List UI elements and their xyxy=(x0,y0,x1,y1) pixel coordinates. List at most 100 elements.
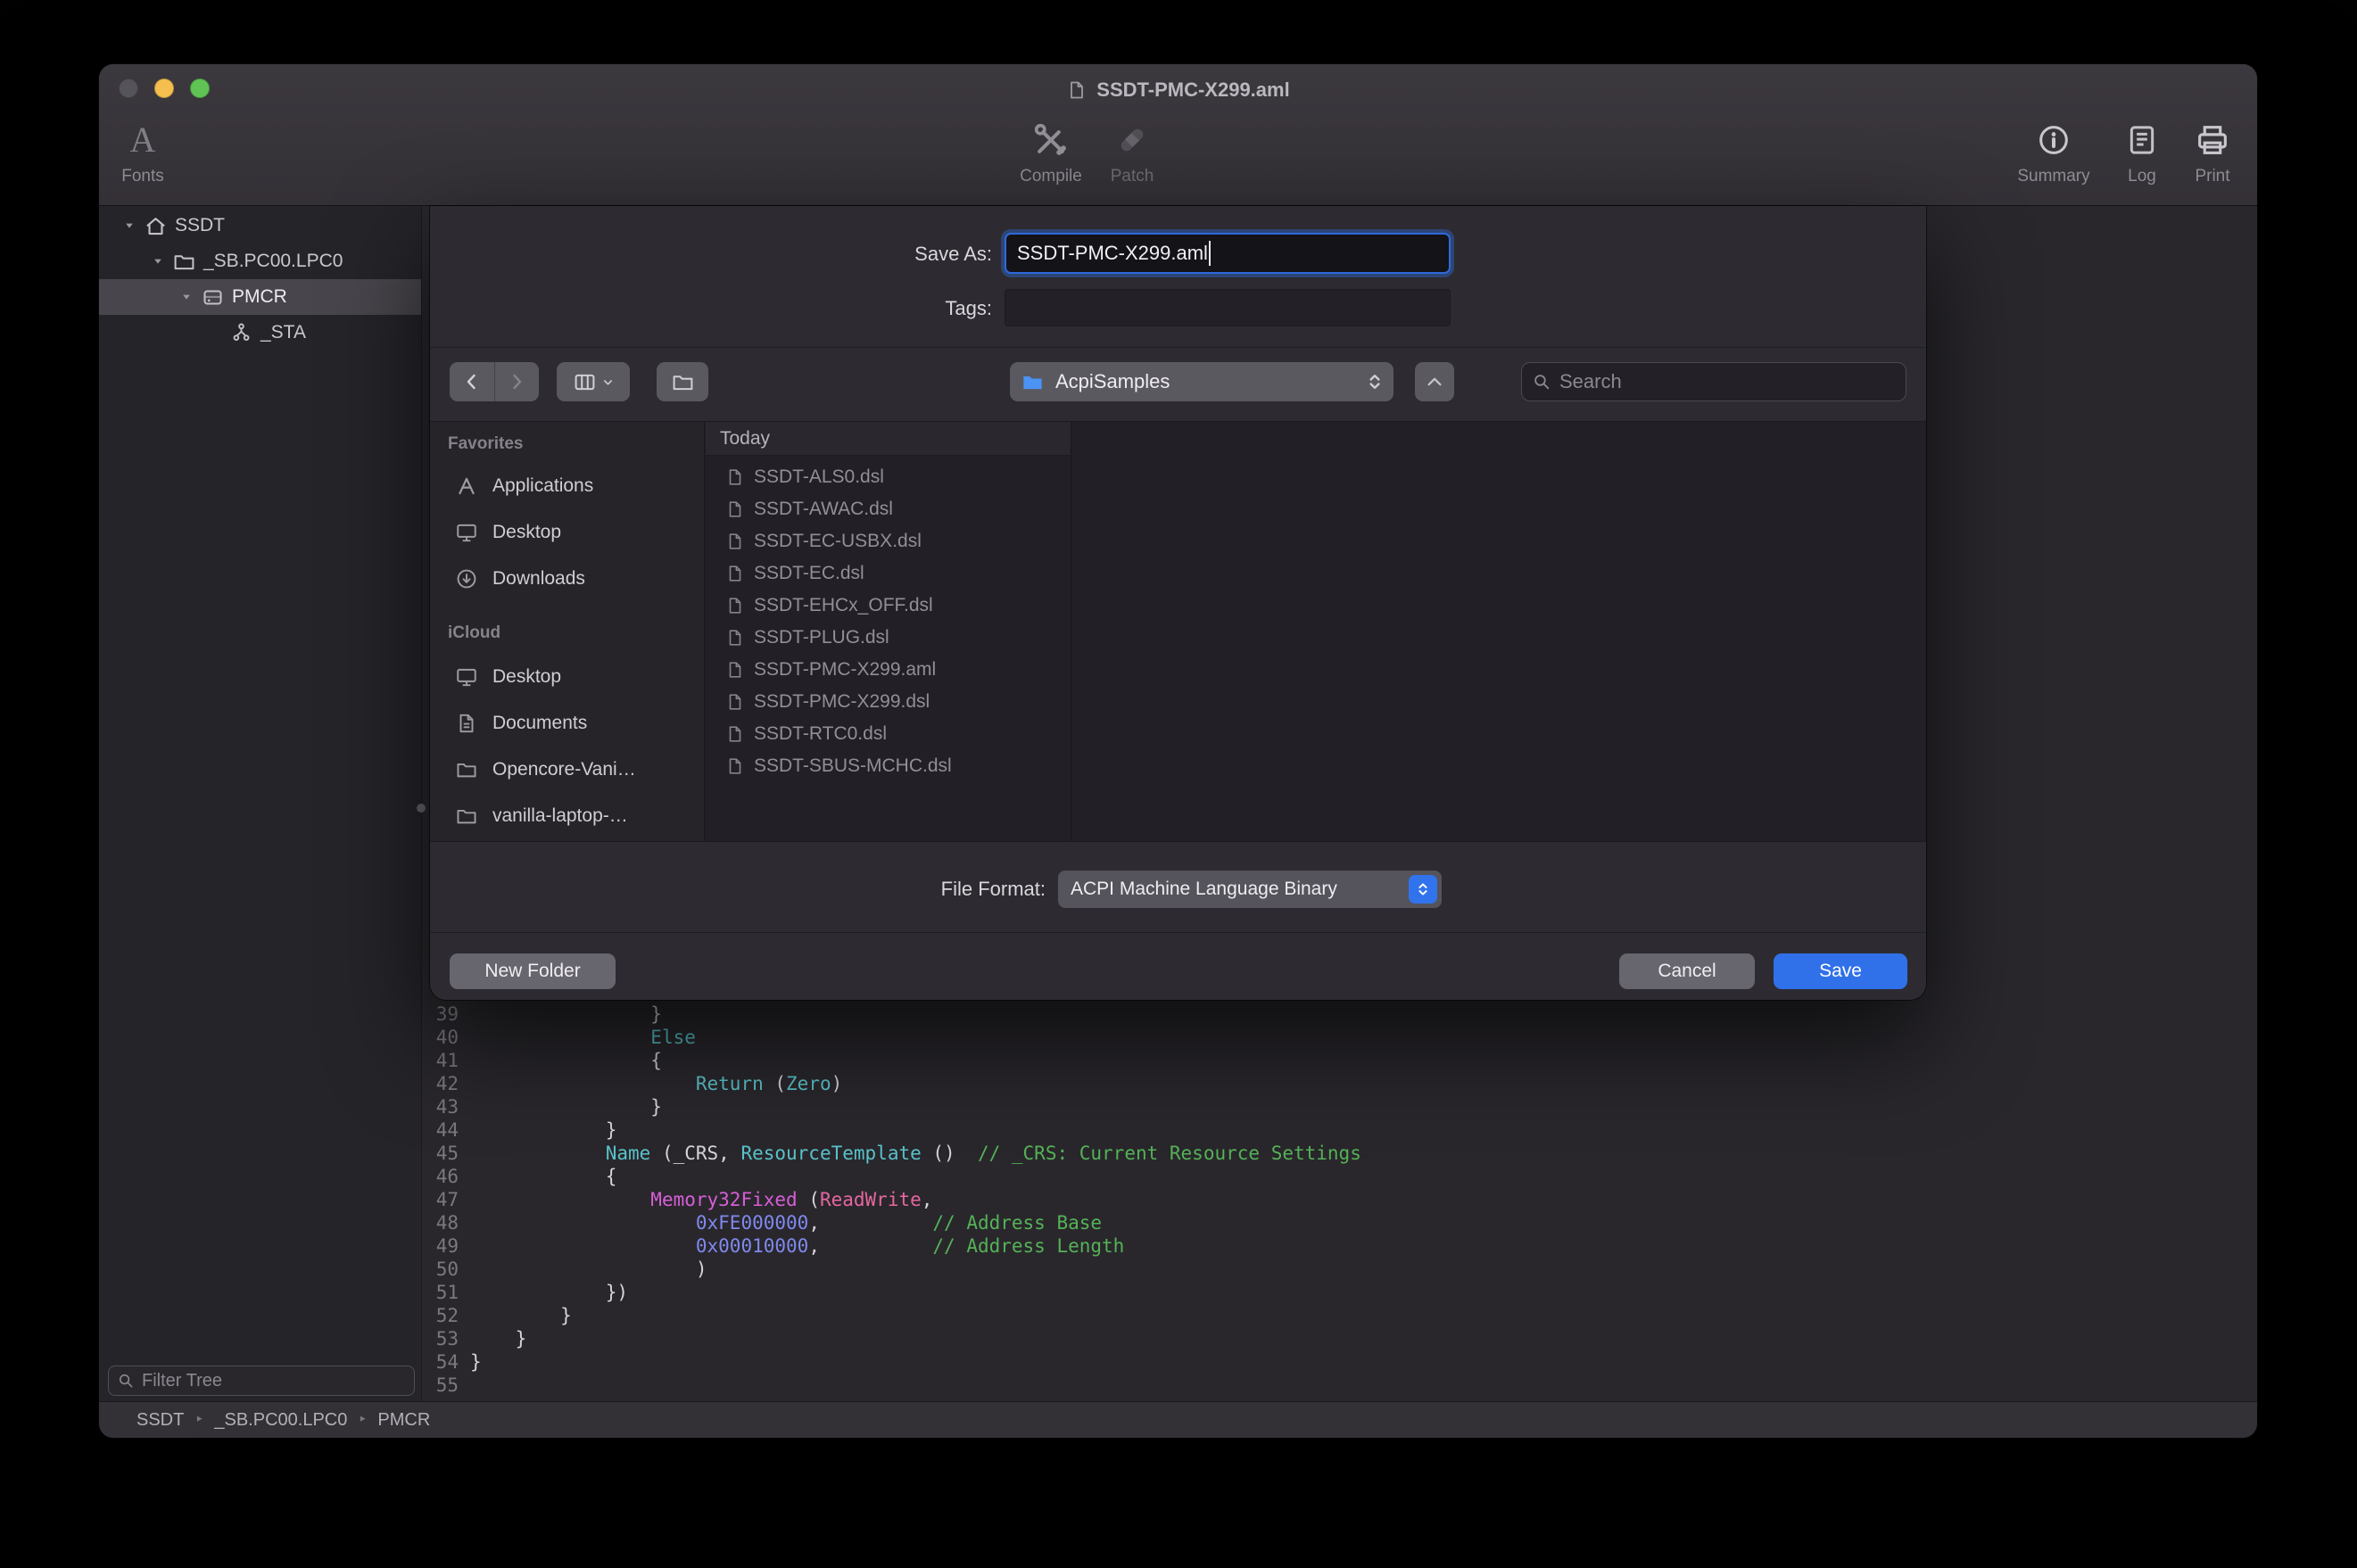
breadcrumb-separator: ‣ xyxy=(194,1411,203,1429)
search-icon xyxy=(117,1372,135,1390)
code-text: Return (Zero) xyxy=(470,1072,842,1095)
code-line: 52 } xyxy=(422,1304,2257,1327)
file-name: SSDT-EC.dsl xyxy=(754,563,864,584)
line-number: 50 xyxy=(422,1258,459,1281)
titlebar: SSDT-PMC-X299.aml xyxy=(99,64,2257,115)
code-text: } xyxy=(470,1304,572,1327)
code-text: } xyxy=(470,1350,482,1374)
tree-item-sb-pc00-lpc0[interactable]: _SB.PC00.LPC0 xyxy=(99,243,421,279)
save-as-input[interactable]: SSDT-PMC-X299.aml xyxy=(1005,233,1451,274)
code-text: }) xyxy=(470,1281,628,1304)
favorites-item-vanilla-laptop[interactable]: vanilla-laptop-… xyxy=(430,793,704,839)
toolbar-fonts-button[interactable]: A Fonts xyxy=(99,116,214,186)
location-popup[interactable]: AcpiSamples xyxy=(1010,362,1394,401)
new-folder-button[interactable]: New Folder xyxy=(450,953,616,989)
file-name: SSDT-EHCx_OFF.dsl xyxy=(754,595,933,616)
file-row-ssdt-ehcx-off-dsl[interactable]: SSDT-EHCx_OFF.dsl xyxy=(706,590,1071,622)
code-text: Name (_CRS, ResourceTemplate () // _CRS:… xyxy=(470,1142,1361,1165)
file-row-ssdt-als0-dsl[interactable]: SSDT-ALS0.dsl xyxy=(706,461,1071,493)
documents-icon xyxy=(455,712,478,735)
tree-item-label: PMCR xyxy=(232,286,287,308)
file-row-ssdt-ec-dsl[interactable]: SSDT-EC.dsl xyxy=(706,557,1071,590)
code-line: 41 { xyxy=(422,1049,2257,1072)
chevron-up-icon xyxy=(1425,372,1444,392)
cancel-button[interactable]: Cancel xyxy=(1619,953,1755,989)
chevron-right-icon xyxy=(506,371,527,392)
blue-folder-icon xyxy=(1021,370,1045,394)
home-icon xyxy=(144,214,168,238)
line-number: 48 xyxy=(422,1211,459,1234)
group-header: Today xyxy=(706,422,1071,456)
back-button[interactable] xyxy=(450,362,494,401)
tree-item-sta[interactable]: _STA xyxy=(99,315,421,351)
toolbar-patch-button[interactable]: Patch xyxy=(1061,116,1203,186)
file-name: SSDT-RTC0.dsl xyxy=(754,723,887,745)
text-caret xyxy=(1209,241,1211,266)
disclosure-triangle-icon[interactable] xyxy=(119,219,140,232)
line-number: 52 xyxy=(422,1304,459,1327)
file-column: Today SSDT-ALS0.dslSSDT-AWAC.dsl SSDT-EC-… xyxy=(706,422,1071,841)
file-rows: SSDT-ALS0.dslSSDT-AWAC.dsl SSDT-EC-USBX.d… xyxy=(706,461,1071,782)
disclosure-triangle-icon[interactable] xyxy=(176,291,197,303)
search-input[interactable] xyxy=(1559,370,1896,393)
save-button[interactable]: Save xyxy=(1774,953,1907,989)
file-row-ssdt-sbus-mchc-dsl[interactable]: SSDT-SBUS-MCHC.dsl xyxy=(706,750,1071,782)
favorites-item-downloads[interactable]: Downloads xyxy=(430,556,704,602)
file-browser: FavoritesApplicationsDesktopDownloadsiCl… xyxy=(430,421,1926,842)
info-icon xyxy=(2036,122,2072,158)
favorites-item-desktop[interactable]: Desktop xyxy=(430,509,704,556)
favorites-item-opencore-vani[interactable]: Opencore-Vani… xyxy=(430,747,704,793)
file-row-ssdt-plug-dsl[interactable]: SSDT-PLUG.dsl xyxy=(706,622,1071,654)
status-bar: SSDT‣_SB.PC00.LPC0‣PMCR xyxy=(99,1401,2257,1438)
splitter-handle[interactable] xyxy=(417,804,426,813)
tree-item-ssdt[interactable]: SSDT xyxy=(99,208,421,243)
search-field[interactable] xyxy=(1521,362,1906,401)
file-row-ssdt-pmc-x299-dsl[interactable]: SSDT-PMC-X299.dsl xyxy=(706,686,1071,718)
file-format-popup[interactable]: ACPI Machine Language Binary xyxy=(1058,871,1442,908)
file-row-ssdt-rtc0-dsl[interactable]: SSDT-RTC0.dsl xyxy=(706,718,1071,750)
code-text: { xyxy=(470,1049,662,1072)
code-text: Else xyxy=(470,1026,696,1049)
file-name: SSDT-EC-USBX.dsl xyxy=(754,531,922,552)
tree-item-pmcr[interactable]: PMCR xyxy=(99,279,421,315)
favorites-item-desktop[interactable]: Desktop xyxy=(430,654,704,700)
window-header: SSDT-PMC-X299.aml A Fonts Compile Patch … xyxy=(99,64,2257,206)
toolbar-fonts-label: Fonts xyxy=(121,167,164,186)
file-row-ssdt-ec-usbx-dsl[interactable]: SSDT-EC-USBX.dsl xyxy=(706,525,1071,557)
disclosure-triangle-icon[interactable] xyxy=(147,255,169,268)
popup-stepper xyxy=(1409,875,1437,904)
favorites-item-documents[interactable]: Documents xyxy=(430,700,704,747)
file-row-ssdt-awac-dsl[interactable]: SSDT-AWAC.dsl xyxy=(706,493,1071,525)
desktop-icon xyxy=(455,521,478,544)
line-number: 39 xyxy=(422,1003,459,1026)
tree-item-label: _SB.PC00.LPC0 xyxy=(203,251,343,272)
updown-chevrons-icon xyxy=(1415,881,1431,897)
doc-icon xyxy=(725,692,745,712)
tree-item-label: SSDT xyxy=(175,215,225,236)
favorites-item-label: vanilla-laptop-… xyxy=(492,805,628,827)
filter-field[interactable] xyxy=(108,1366,415,1396)
toolbar-print-button[interactable]: Print xyxy=(2141,116,2257,186)
line-number: 51 xyxy=(422,1281,459,1304)
breadcrumb-part: PMCR xyxy=(377,1410,430,1431)
toolbar-print-label: Print xyxy=(2195,167,2229,186)
favorites-item-applications[interactable]: Applications xyxy=(430,463,704,509)
device-icon xyxy=(201,285,225,309)
code-line: 40 Else xyxy=(422,1026,2257,1049)
code-text: ) xyxy=(470,1258,707,1281)
code-line: 46 { xyxy=(422,1165,2257,1188)
breadcrumb: SSDT‣_SB.PC00.LPC0‣PMCR xyxy=(136,1410,430,1431)
forward-button[interactable] xyxy=(495,362,540,401)
patch-bandaid-icon xyxy=(1113,121,1151,159)
folder-button[interactable] xyxy=(657,362,708,401)
view-mode-button[interactable] xyxy=(557,362,630,401)
code-text: } xyxy=(470,1003,662,1026)
sidebar: SSDT _SB.PC00.LPC0 PMCR _STA xyxy=(99,206,422,1401)
file-format-value: ACPI Machine Language Binary xyxy=(1071,879,1337,900)
filter-input[interactable] xyxy=(142,1371,406,1391)
tags-input[interactable] xyxy=(1005,289,1451,326)
file-row-ssdt-pmc-x299-aml[interactable]: SSDT-PMC-X299.aml xyxy=(706,654,1071,686)
collapse-button[interactable] xyxy=(1415,362,1454,401)
popup-stepper-icon xyxy=(1365,372,1385,392)
doc-icon xyxy=(725,499,745,519)
